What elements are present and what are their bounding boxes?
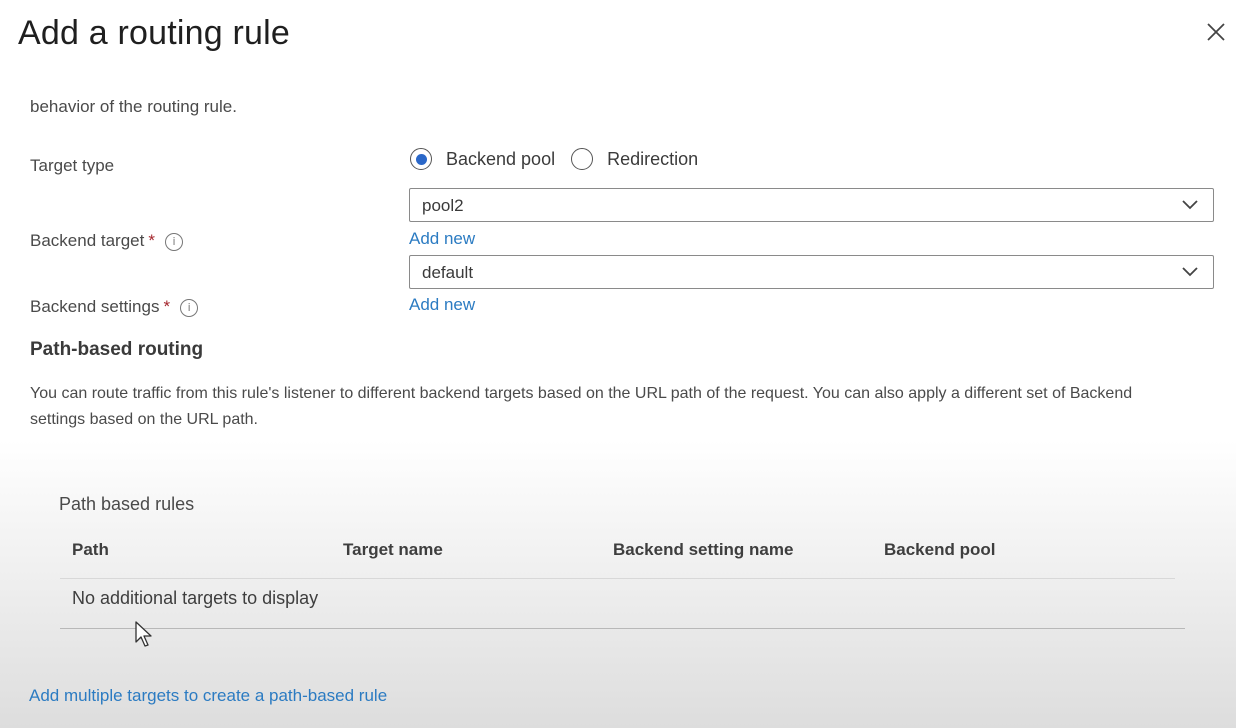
path-rules-table-title: Path based rules <box>59 494 195 514</box>
column-header-target-name: Target name <box>343 540 443 559</box>
column-header-path: Path <box>72 540 109 559</box>
info-icon[interactable]: i <box>164 232 183 251</box>
close-button[interactable] <box>1200 16 1232 48</box>
radio-redirection-label: Redirection <box>607 148 699 169</box>
chevron-down-icon <box>1182 267 1198 277</box>
required-mark: * <box>148 231 155 250</box>
backend-settings-label: Backend settings <box>30 297 160 316</box>
backend-settings-label-group: Backend settings * i <box>30 297 199 317</box>
info-icon[interactable]: i <box>180 298 199 317</box>
radio-redirection[interactable]: Redirection <box>571 148 698 170</box>
backend-target-add-new-link[interactable]: Add new <box>409 229 475 249</box>
path-routing-description: You can route traffic from this rule's l… <box>30 385 1133 428</box>
path-routing-heading: Path-based routing <box>30 339 204 360</box>
backend-settings-value: default <box>422 263 474 282</box>
intro-text: behavior of the routing rule. <box>30 97 237 116</box>
backend-settings-dropdown[interactable]: default <box>409 255 1214 289</box>
target-type-radio-group: Backend pool Redirection <box>410 148 714 170</box>
add-path-based-rule-link[interactable]: Add multiple targets to create a path-ba… <box>29 686 387 706</box>
backend-settings-add-new-link[interactable]: Add new <box>409 295 475 315</box>
mouse-pointer-icon <box>135 621 152 647</box>
radio-button[interactable] <box>571 148 594 170</box>
column-header-backend-pool: Backend pool <box>884 540 996 559</box>
table-empty-message: No additional targets to display <box>72 588 319 608</box>
column-header-backend-setting-name: Backend setting name <box>613 540 794 559</box>
target-type-label: Target type <box>30 156 115 175</box>
panel-title: Add a routing rule <box>18 14 290 52</box>
backend-target-value: pool2 <box>422 196 464 215</box>
close-icon <box>1207 23 1225 41</box>
required-mark: * <box>163 297 171 316</box>
radio-backend-pool-label: Backend pool <box>446 148 556 169</box>
backend-target-label: Backend target <box>30 231 145 250</box>
chevron-down-icon <box>1182 200 1198 210</box>
table-row-divider <box>60 628 1185 629</box>
backend-target-label-group: Backend target * i <box>30 231 183 251</box>
radio-backend-pool[interactable]: Backend pool <box>410 148 555 170</box>
radio-button-selected[interactable] <box>410 148 432 170</box>
table-header-divider <box>60 578 1175 579</box>
backend-target-dropdown[interactable]: pool2 <box>409 188 1214 222</box>
